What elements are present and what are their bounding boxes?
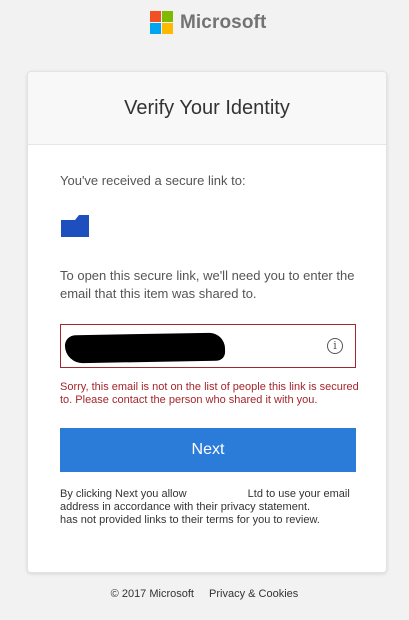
copyright-text: © 2017 Microsoft (110, 588, 194, 600)
privacy-cookies-link[interactable]: Privacy & Cookies (209, 588, 298, 600)
microsoft-squares-icon (150, 11, 173, 34)
instructions-text: To open this secure link, we'll need you… (60, 268, 355, 301)
brand-name: Microsoft (180, 11, 267, 33)
folder-icon (61, 215, 89, 237)
card-header: Verify Your Identity (28, 72, 386, 145)
error-message: Sorry, this email is not on the list of … (60, 381, 359, 406)
page-title: Verify Your Identity (124, 96, 290, 119)
email-field[interactable]: i (60, 324, 356, 368)
footer: © 2017 Microsoft Privacy & Cookies (0, 588, 409, 600)
next-button[interactable]: Next (60, 428, 356, 472)
redacted-email (64, 332, 226, 364)
received-link-text: You've received a secure link to: (60, 173, 246, 188)
info-icon[interactable]: i (327, 338, 343, 354)
verify-identity-card: Verify Your Identity You've received a s… (27, 71, 387, 573)
privacy-disclaimer: By clicking Next you allow Ltd to use yo… (60, 488, 387, 526)
microsoft-logo: Microsoft (150, 11, 266, 34)
